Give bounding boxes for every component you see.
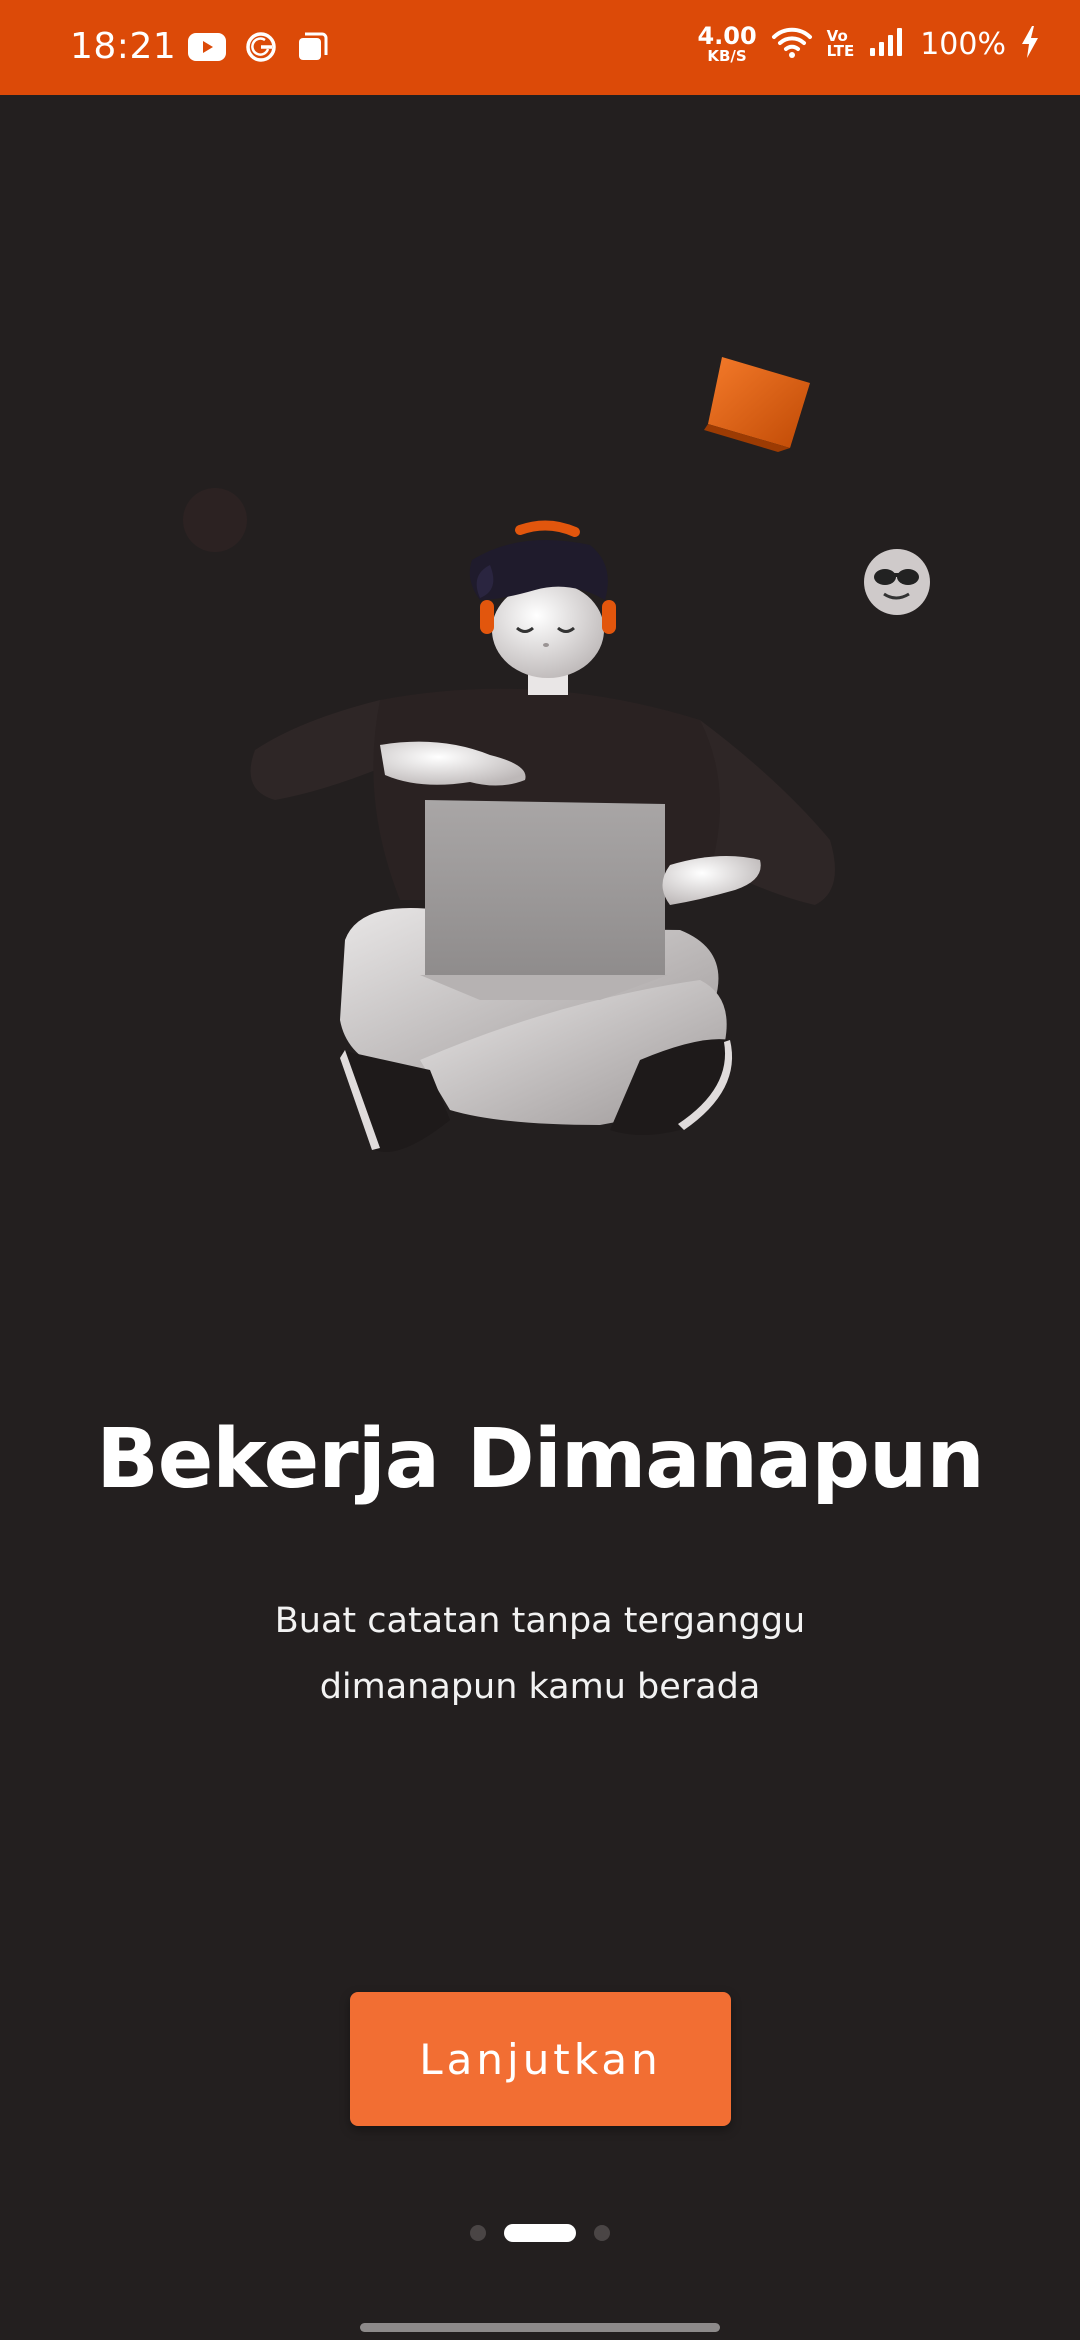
onboarding-subtitle: Buat catatan tanpa terganggu dimanapun k… (240, 1588, 840, 1720)
page-indicator (0, 2224, 1080, 2242)
subtitle-line-2: dimanapun kamu berada (319, 1667, 761, 1707)
wifi-icon (771, 25, 813, 63)
status-right-group: 4.00 KB/S Vo LTE 100% (697, 24, 1040, 64)
onboarding-title: Bekerja Dimanapun (96, 1412, 985, 1507)
network-speed-value: 4.00 (697, 22, 757, 50)
sunglasses-emoji (864, 549, 930, 615)
subtitle-line-1: Buat catatan tanpa terganggu (274, 1601, 806, 1641)
home-gesture-bar[interactable] (360, 2323, 720, 2332)
battery-percent: 100% (920, 26, 1006, 62)
volte-bottom: LTE (826, 42, 855, 60)
network-speed: 4.00 KB/S (697, 24, 756, 64)
onboarding-screen: 18:21 4.00 KB/S Vo LTE 100% Bekerja Dima… (0, 0, 1080, 2340)
signal-icon (868, 26, 906, 62)
g-icon (244, 30, 278, 68)
page-dot-1[interactable] (470, 2225, 486, 2241)
onboarding-illustration (0, 95, 1080, 1295)
orange-cube (704, 357, 810, 452)
network-speed-unit: KB/S (707, 47, 747, 65)
notification-icons (188, 30, 330, 68)
page-dot-3[interactable] (594, 2225, 610, 2241)
app-window-icon (296, 30, 330, 68)
volte-indicator: Vo LTE (827, 29, 855, 59)
character-figure (250, 520, 835, 1152)
youtube-icon (188, 33, 226, 65)
page-dot-2-active[interactable] (504, 2224, 576, 2242)
status-time: 18:21 (70, 26, 177, 67)
charging-icon (1020, 25, 1040, 63)
status-bar: 18:21 4.00 KB/S Vo LTE 100% (0, 0, 1080, 95)
background-sphere (183, 488, 247, 552)
continue-button[interactable]: Lanjutkan (350, 1992, 731, 2126)
